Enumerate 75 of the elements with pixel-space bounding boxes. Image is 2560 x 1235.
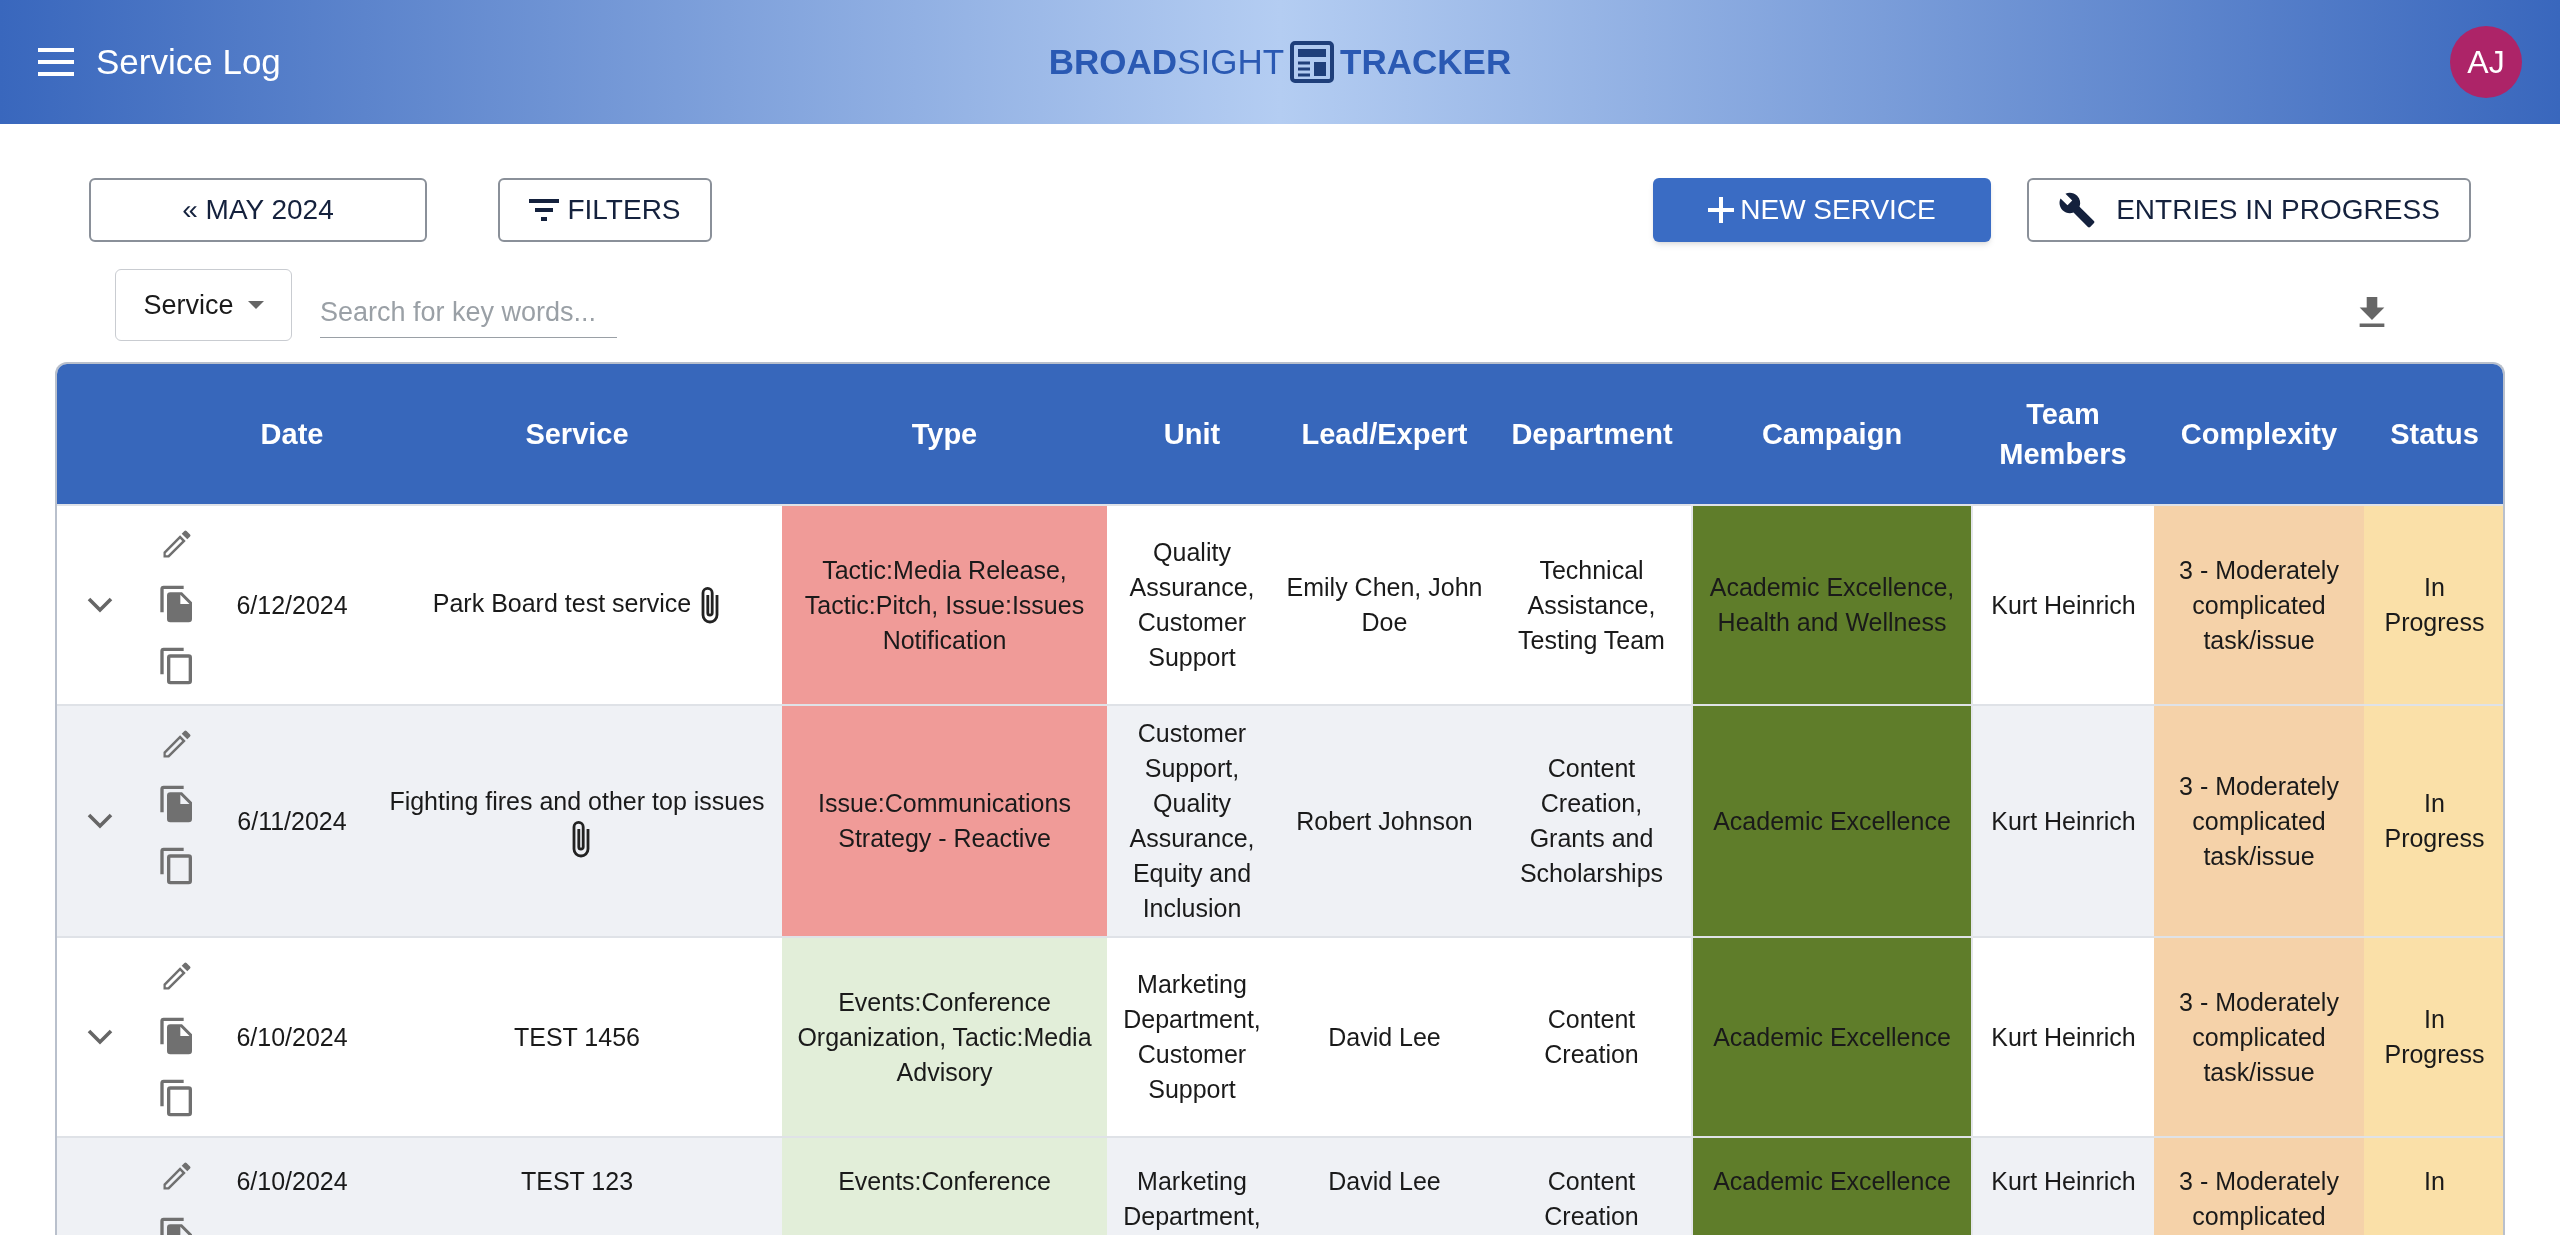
table-cell: Marketing Department, Customer Support	[1107, 937, 1277, 1137]
table-cell: David Lee	[1277, 1137, 1492, 1235]
brand-name: TRACKER	[1340, 40, 1512, 83]
table-cell: Tactic:Media Release, Tactic:Pitch, Issue:Issues Notification	[782, 505, 1107, 705]
chevron-down-icon[interactable]	[86, 813, 113, 829]
new-service-button[interactable]: NEW SERVICE	[1653, 178, 1991, 242]
table-row[interactable]	[57, 937, 2503, 1137]
scope-select[interactable]: Service	[115, 269, 292, 341]
table-cell: Academic Excellence	[1692, 705, 1972, 937]
table-cell: Issue:Communications Strategy - Reactive	[782, 705, 1107, 937]
table-cell: 3 - Moderately complicated task/issue	[2154, 705, 2364, 937]
column-header[interactable]: Date	[212, 364, 372, 505]
table-cell: Content Creation	[1492, 1137, 1692, 1235]
table-cell: Fighting fires and other top issues	[372, 705, 782, 937]
column-header[interactable]: Lead/Expert	[1277, 364, 1492, 505]
table-cell: Kurt Heinrich	[1972, 937, 2154, 1137]
table-cell: 6/11/2024	[212, 705, 372, 937]
column-header[interactable]: Campaign	[1692, 364, 1972, 505]
table-cell: Technical Assistance, Testing Team	[1492, 505, 1692, 705]
table-cell: Park Board test service	[372, 505, 782, 705]
filters-button[interactable]: FILTERS	[498, 178, 712, 242]
wrench-icon	[2058, 191, 2097, 229]
table-row[interactable]	[57, 705, 2503, 937]
table-cell: Marketing Department,	[1107, 1137, 1277, 1235]
table-cell: Events:Conference	[782, 1137, 1107, 1235]
brand-name: BROADSIGHT	[1048, 40, 1285, 83]
column-header[interactable]: Service	[372, 364, 782, 505]
column-header[interactable]: Unit	[1107, 364, 1277, 505]
table-cell: In Progress	[2364, 937, 2503, 1137]
download-icon[interactable]	[2359, 297, 2385, 327]
table-cell: Events:Conference Organization, Tactic:Media Advisory	[782, 937, 1107, 1137]
table-cell: Robert Johnson	[1277, 705, 1492, 937]
chevron-down-icon[interactable]	[86, 597, 113, 613]
table-cell: 6/12/2024	[212, 505, 372, 705]
paperclip-icon[interactable]	[570, 818, 592, 859]
table-cell: In Progress	[2364, 505, 2503, 705]
search-field[interactable]: Search for key words...	[320, 288, 617, 338]
column-header[interactable]: Department	[1492, 364, 1692, 505]
table-cell: Kurt Heinrich	[1972, 1137, 2154, 1235]
previous-month-button[interactable]: « MAY 2024	[89, 178, 427, 242]
page-title: Service Log	[96, 40, 281, 83]
table-cell: 6/10/2024	[212, 937, 372, 1137]
table-cell: Academic Excellence	[1692, 937, 1972, 1137]
table-cell: Quality Assurance, Customer Support	[1107, 505, 1277, 705]
table-cell: 6/10/2024	[212, 1137, 372, 1235]
entries-in-progress-button[interactable]: ENTRIES IN PROGRESS	[2027, 178, 2471, 242]
user-avatar[interactable]: AJ	[2450, 26, 2522, 98]
table-cell: Content Creation	[1492, 937, 1692, 1137]
table-cell: Academic Excellence	[1692, 1137, 1972, 1235]
table-cell: Kurt Heinrich	[1972, 505, 2154, 705]
table-cell: TEST 1456	[372, 937, 782, 1137]
newspaper-icon	[1290, 41, 1335, 83]
table-row[interactable]: 6/10/2024 TEST 123 Events:Conference Marketing Department, David Lee Content Creation Academic Excellence Kurt Heinrich 3 - Moderately complicated In	[57, 1137, 2503, 1235]
caret-icon	[247, 301, 264, 309]
table-cell: In	[2364, 1137, 2503, 1235]
table-cell: Academic Excellence, Health and Wellness	[1692, 505, 1972, 705]
table-cell: Customer Support, Quality Assurance, Equity and Inclusion	[1107, 705, 1277, 937]
table-cell: Kurt Heinrich	[1972, 705, 2154, 937]
plus-icon	[1708, 197, 1735, 223]
table-cell: Emily Chen, John Doe	[1277, 505, 1492, 705]
table-cell: 3 - Moderately complicated	[2154, 1137, 2364, 1235]
table-row[interactable]	[57, 505, 2503, 705]
column-header[interactable]: Status	[2364, 364, 2503, 505]
column-header[interactable]: Team Members	[1972, 364, 2154, 505]
table-cell: 3 - Moderately complicated task/issue	[2154, 505, 2364, 705]
table-cell: TEST 123	[372, 1137, 782, 1235]
table-cell: 3 - Moderately complicated task/issue	[2154, 937, 2364, 1137]
filter-icon	[529, 199, 560, 221]
column-header[interactable]: Type	[782, 364, 1107, 505]
menu-icon[interactable]	[38, 48, 74, 76]
chevron-down-icon[interactable]	[86, 1029, 113, 1045]
table-cell: David Lee	[1277, 937, 1492, 1137]
table-cell: Content Creation, Grants and Scholarships	[1492, 705, 1692, 937]
column-header[interactable]: Complexity	[2154, 364, 2364, 505]
table-cell: In Progress	[2364, 705, 2503, 937]
